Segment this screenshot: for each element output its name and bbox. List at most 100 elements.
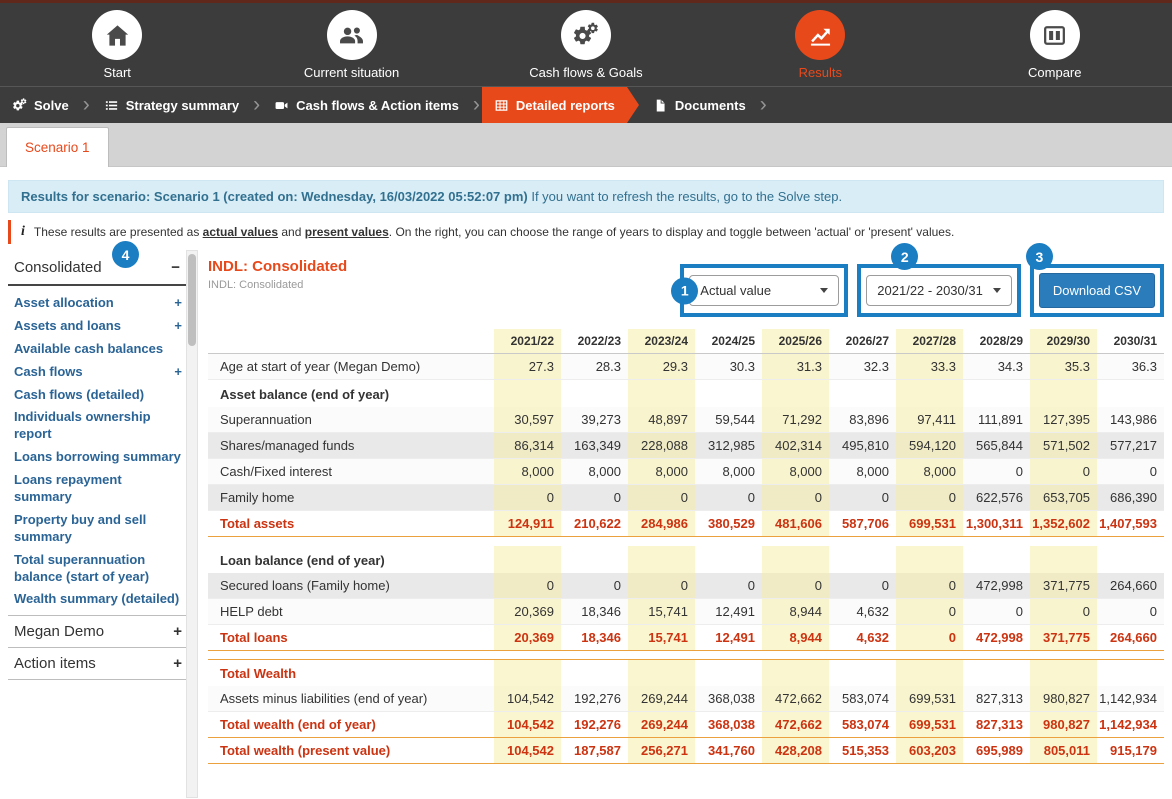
note-part: . On the right, you can choose the range…: [389, 225, 955, 239]
annotation-circle-3: 3: [1026, 243, 1053, 270]
nav-item-cash-flows-goals[interactable]: Cash flows & Goals: [491, 10, 681, 80]
cell-2021-22: [494, 546, 561, 573]
expand-icon[interactable]: +: [173, 623, 182, 640]
cell-2026-27: 83,896: [829, 407, 896, 433]
cell-2022-23: [561, 380, 628, 408]
cell-2021-22: [494, 380, 561, 408]
home-icon: [92, 10, 142, 60]
cell-2024-25: 0: [695, 573, 762, 599]
table-row-cash-fixed-interest: Cash/Fixed interest8,0008,0008,0008,0008…: [208, 459, 1164, 485]
cell-2024-25: 0: [695, 485, 762, 511]
sidebar-item-asset-allocation[interactable]: Asset allocation+: [8, 292, 186, 315]
crumb-label: Detailed reports: [516, 98, 615, 113]
sidebar-scrollbar[interactable]: [186, 250, 198, 798]
cell-2029-30: 127,395: [1030, 407, 1097, 433]
cell-2022-23: 192,276: [561, 711, 628, 737]
crumb-detailed-reports[interactable]: Detailed reports: [482, 87, 627, 123]
cell-2022-23: 210,622: [561, 511, 628, 537]
chevron-down-icon: [993, 288, 1001, 293]
sidebar-item-cash-flows-detailed[interactable]: Cash flows (detailed): [8, 384, 186, 407]
sidebar-item-assets-and-loans[interactable]: Assets and loans+: [8, 315, 186, 338]
collapse-icon[interactable]: −: [171, 259, 180, 276]
cell-2028-29: 827,313: [963, 711, 1030, 737]
cell-2022-23: 192,276: [561, 686, 628, 712]
note-underlined: actual values: [203, 225, 278, 239]
year-range-select[interactable]: 2021/22 - 2030/31: [866, 275, 1012, 306]
expand-icon[interactable]: +: [174, 295, 182, 312]
cell-2025-26: [762, 380, 829, 408]
report-title: INDL: Consolidated: [208, 258, 347, 275]
chevron-separator-icon: ›: [251, 87, 262, 123]
cell-2029-30: 1,352,602: [1030, 511, 1097, 537]
sidebar-group-action-items[interactable]: Action items +: [8, 647, 186, 680]
sidebar-item-wealth-summary-detailed[interactable]: Wealth summary (detailed): [8, 588, 186, 611]
crumb-solve[interactable]: Solve: [0, 87, 81, 123]
expand-icon[interactable]: +: [173, 655, 182, 672]
table-row-total-assets: Total assets124,911210,622284,986380,529…: [208, 511, 1164, 537]
cell-2025-26: 8,944: [762, 598, 829, 624]
crumb-strategy-summary[interactable]: Strategy summary: [92, 87, 251, 123]
sidebar-item-label: Loans borrowing summary: [14, 449, 181, 466]
cell-2023-24: 269,244: [628, 686, 695, 712]
content-header: INDL: Consolidated INDL: Consolidated 1 …: [208, 258, 1164, 317]
cell-2024-25: 12,491: [695, 598, 762, 624]
table-header-row: 2021/222022/232023/242024/252025/262026/…: [208, 329, 1164, 354]
cell-2025-26: [762, 659, 829, 686]
values-note: i These results are presented as actual …: [8, 220, 1164, 244]
cell-2028-29: 0: [963, 459, 1030, 485]
sidebar-item-loans-repayment-summary[interactable]: Loans repayment summary: [8, 469, 186, 509]
tab-scenario-1[interactable]: Scenario 1: [6, 127, 109, 167]
cell-2026-27: 495,810: [829, 433, 896, 459]
cell-2021-22: 0: [494, 485, 561, 511]
cell-2025-26: 472,662: [762, 686, 829, 712]
download-csv-button[interactable]: Download CSV: [1039, 273, 1155, 308]
nav-item-start[interactable]: Start: [22, 10, 212, 80]
cell-2025-26: 0: [762, 573, 829, 599]
gears-icon: [561, 10, 611, 60]
nav-item-label: Cash flows & Goals: [529, 65, 642, 80]
cell-2029-30: 653,705: [1030, 485, 1097, 511]
report-table: 2021/222022/232023/242024/252025/262026/…: [208, 329, 1164, 764]
crumb-cash-flows-action-items[interactable]: Cash flows & Action items: [262, 87, 471, 123]
cell-2023-24: 256,271: [628, 737, 695, 763]
nav-item-compare[interactable]: Compare: [960, 10, 1150, 80]
cell-2022-23: 18,346: [561, 624, 628, 650]
sidebar-list: Asset allocation+Assets and loans+Availa…: [8, 286, 186, 615]
annotation-circle-2: 2: [891, 243, 918, 270]
grid-icon: [494, 98, 509, 113]
column-header-2024-25: 2024/25: [695, 329, 762, 354]
nav-item-label: Current situation: [304, 65, 399, 80]
scrollbar-thumb[interactable]: [188, 254, 196, 346]
sidebar-item-cash-flows[interactable]: Cash flows+: [8, 361, 186, 384]
spacer-cell: [208, 650, 1164, 659]
cell-2030-31: 264,660: [1097, 573, 1164, 599]
spacer-cell: [208, 537, 1164, 546]
sidebar-group-megan-demo[interactable]: Megan Demo+: [8, 615, 186, 647]
sidebar-item-property-buy-and-sell-summary[interactable]: Property buy and sell summary: [8, 509, 186, 549]
annotation-box-3: 3 Download CSV: [1030, 264, 1164, 317]
nav-item-results[interactable]: Results: [725, 10, 915, 80]
cell-2029-30: 0: [1030, 598, 1097, 624]
cell-2026-27: 0: [829, 573, 896, 599]
cell-2029-30: 371,775: [1030, 573, 1097, 599]
expand-icon[interactable]: +: [174, 318, 182, 335]
sidebar-item-loans-borrowing-summary[interactable]: Loans borrowing summary: [8, 446, 186, 469]
sidebar-header-consolidated[interactable]: Consolidated −: [8, 250, 186, 286]
cell-2024-25: 312,985: [695, 433, 762, 459]
value-select[interactable]: Actual value: [689, 275, 839, 306]
nav-item-current-situation[interactable]: Current situation: [257, 10, 447, 80]
sidebar-item-label: Cash flows (detailed): [14, 387, 144, 404]
sidebar-item-total-superannuation-balance-start-of-year[interactable]: Total superannuation balance (start of y…: [8, 549, 186, 589]
table-row-total-wealth-end-of-year: Total wealth (end of year)104,542192,276…: [208, 711, 1164, 737]
cell-2022-23: [561, 546, 628, 573]
cell-2027-28: 699,531: [896, 686, 963, 712]
cell-2030-31: 915,179: [1097, 737, 1164, 763]
cell-2021-22: 104,542: [494, 737, 561, 763]
list-icon: [104, 98, 119, 113]
sidebar-item-individuals-ownership-report[interactable]: Individuals ownership report: [8, 406, 186, 446]
sidebar-item-available-cash-balances[interactable]: Available cash balances: [8, 338, 186, 361]
crumb-documents[interactable]: Documents: [627, 87, 758, 123]
expand-icon[interactable]: +: [174, 364, 182, 381]
cell-2030-31: 1,407,593: [1097, 511, 1164, 537]
sidebar-group-label: Action items: [14, 655, 96, 672]
